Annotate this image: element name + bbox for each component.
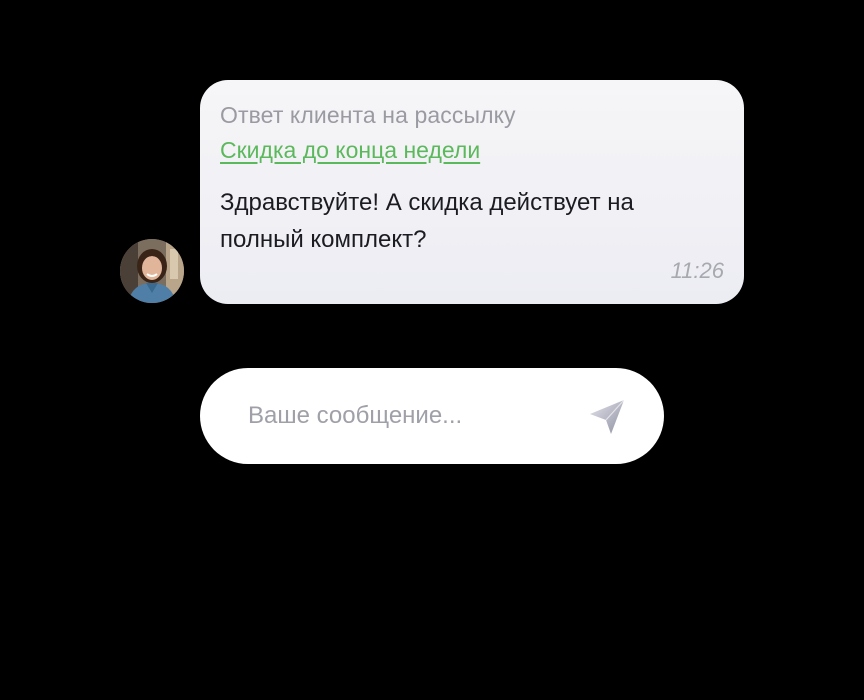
chat-stage: Ответ клиента на рассылку Скидка до конц…: [0, 0, 864, 700]
campaign-link[interactable]: Скидка до конца недели: [220, 136, 480, 164]
send-button[interactable]: [584, 394, 630, 440]
reply-context-label: Ответ клиента на рассылку: [220, 102, 516, 128]
message-composer: [200, 368, 664, 464]
avatar: [120, 239, 184, 303]
message-text: Здравствуйте! А скидка действует на полн…: [220, 189, 634, 253]
user-photo-icon: [120, 239, 184, 303]
message-timestamp: 11:26: [670, 258, 724, 283]
send-icon: [590, 399, 625, 434]
message-input[interactable]: [248, 396, 568, 436]
message-bubble: Ответ клиента на рассылку Скидка до конц…: [200, 80, 744, 304]
